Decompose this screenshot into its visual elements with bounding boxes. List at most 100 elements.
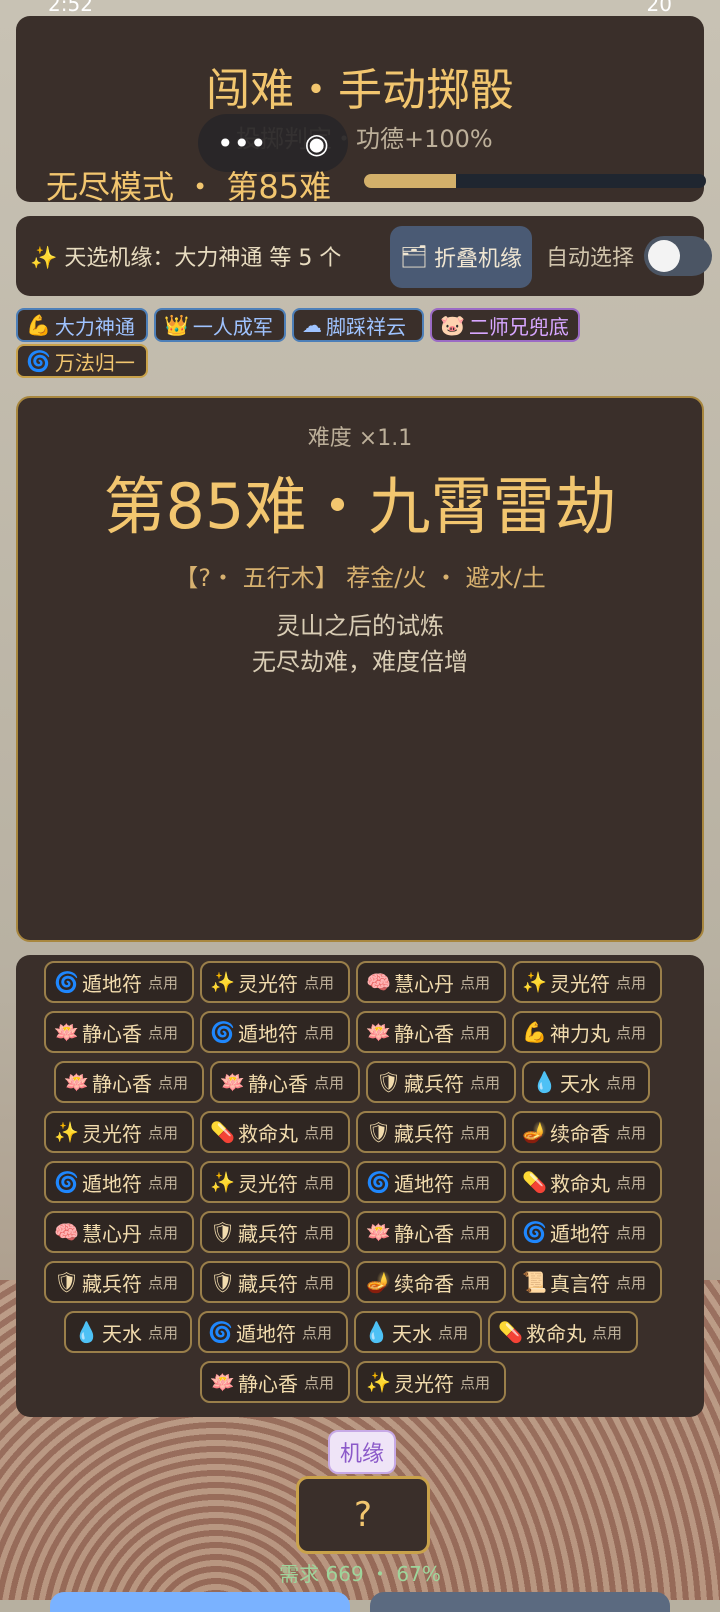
item-use-label[interactable]: 点用 [616,972,646,993]
item-name: 救命丸 [550,1171,610,1196]
fate-chip[interactable]: 🌀 万法归一 [16,344,148,378]
item-card[interactable]: 💪 神力丸 点用 [512,1011,662,1053]
item-use-label[interactable]: 点用 [304,1372,334,1393]
bottom-button-left[interactable] [50,1592,350,1612]
item-card[interactable]: 🛡 藏兵符 点用 [366,1061,516,1103]
item-use-label[interactable]: 点用 [460,972,490,993]
item-name: 灵光符 [238,971,298,996]
item-icon: 💪 [522,1020,547,1044]
item-icon: 🪷 [64,1070,89,1094]
item-card[interactable]: 🌀 遁地符 点用 [200,1011,350,1053]
item-use-label[interactable]: 点用 [616,1272,646,1293]
item-card[interactable]: 🛡 藏兵符 点用 [200,1211,350,1253]
stage-title: 第85难・九霄雷劫 [103,470,617,543]
item-card[interactable]: 💧 天水 点用 [354,1311,482,1353]
item-card[interactable]: ✨ 灵光符 点用 [44,1111,194,1153]
stage-elements: 【?・ 五行木】 荐金/火 ・ 避水/土 [174,564,546,592]
item-use-label[interactable]: 点用 [304,972,334,993]
item-card[interactable]: 💧 天水 点用 [64,1311,192,1353]
bottom-button-right[interactable] [370,1592,670,1612]
item-use-label[interactable]: 点用 [616,1222,646,1243]
item-card[interactable]: 🌀 遁地符 点用 [44,961,194,1003]
item-use-label[interactable]: 点用 [460,1022,490,1043]
item-name: 遁地符 [238,1021,298,1046]
item-use-label[interactable]: 点用 [304,1272,334,1293]
more-icon[interactable]: ••• [217,127,267,160]
item-card[interactable]: 💊 救命丸 点用 [488,1311,638,1353]
item-use-label[interactable]: 点用 [314,1072,344,1093]
auto-select-toggle[interactable] [644,236,712,276]
item-card[interactable]: 🪔 续命香 点用 [512,1111,662,1153]
item-card[interactable]: 🛡 藏兵符 点用 [44,1261,194,1303]
fate-chip[interactable]: 🐷 二师兄兜底 [430,308,580,342]
item-card[interactable]: 🛡 藏兵符 点用 [356,1111,506,1153]
item-use-label[interactable]: 点用 [304,1122,334,1143]
item-card[interactable]: 🪷 静心香 点用 [44,1011,194,1053]
item-card[interactable]: 💊 救命丸 点用 [200,1111,350,1153]
fate-chip[interactable]: 💪 大力神通 [16,308,148,342]
item-use-label[interactable]: 点用 [148,972,178,993]
fate-summary: ✨ 天选机缘：大力神通 等 5 个 [30,246,342,271]
item-use-label[interactable]: 点用 [460,1172,490,1193]
item-card[interactable]: 🧠 慧心丹 点用 [44,1211,194,1253]
item-icon: 🪷 [210,1370,235,1394]
item-name: 藏兵符 [82,1271,142,1296]
item-icon: 🌀 [208,1320,233,1344]
item-card[interactable]: 🪷 静心香 点用 [356,1211,506,1253]
item-card[interactable]: 🌀 遁地符 点用 [512,1211,662,1253]
item-use-label[interactable]: 点用 [460,1222,490,1243]
item-card[interactable]: 🌀 遁地符 点用 [44,1161,194,1203]
item-use-label[interactable]: 点用 [460,1372,490,1393]
item-card[interactable]: 🪷 静心香 点用 [356,1011,506,1053]
item-use-label[interactable]: 点用 [302,1322,332,1343]
item-card[interactable]: ✨ 灵光符 点用 [356,1361,506,1403]
item-use-label[interactable]: 点用 [148,1272,178,1293]
fate-chip[interactable]: ☁ 脚踩祥云 [292,308,424,342]
item-use-label[interactable]: 点用 [148,1222,178,1243]
stage-progress-bar [364,174,706,188]
item-use-label[interactable]: 点用 [158,1072,188,1093]
item-name: 神力丸 [550,1021,610,1046]
item-card[interactable]: 🛡 藏兵符 点用 [200,1261,350,1303]
difficulty-label: 难度 ×1.1 [307,426,413,451]
item-use-label[interactable]: 点用 [460,1272,490,1293]
item-use-label[interactable]: 点用 [460,1122,490,1143]
item-use-label[interactable]: 点用 [616,1022,646,1043]
fold-fate-button[interactable]: 🗂 折叠机缘 [390,226,532,288]
item-use-label[interactable]: 点用 [470,1072,500,1093]
item-use-label[interactable]: 点用 [606,1072,636,1093]
item-use-label[interactable]: 点用 [592,1322,622,1343]
item-card[interactable]: 🧠 慧心丹 点用 [356,961,506,1003]
chip-icon: ☁ [302,313,322,337]
item-card[interactable]: 🪷 静心香 点用 [210,1061,360,1103]
item-card[interactable]: 🌀 遁地符 点用 [356,1161,506,1203]
item-card[interactable]: 🪔 续命香 点用 [356,1261,506,1303]
item-icon: 🌀 [54,1170,79,1194]
item-name: 灵光符 [82,1121,142,1146]
item-card[interactable]: 💧 天水 点用 [522,1061,650,1103]
close-circle-icon[interactable]: ◉ [305,127,329,160]
item-use-label[interactable]: 点用 [148,1322,178,1343]
item-use-label[interactable]: 点用 [304,1172,334,1193]
item-use-label[interactable]: 点用 [148,1022,178,1043]
item-name: 藏兵符 [238,1221,298,1246]
fate-chip[interactable]: 👑 一人成军 [154,308,286,342]
item-card[interactable]: ✨ 灵光符 点用 [200,1161,350,1203]
item-use-label[interactable]: 点用 [148,1122,178,1143]
item-card[interactable]: 🪷 静心香 点用 [200,1361,350,1403]
item-use-label[interactable]: 点用 [304,1222,334,1243]
item-card[interactable]: ✨ 灵光符 点用 [512,961,662,1003]
item-use-label[interactable]: 点用 [616,1172,646,1193]
item-card[interactable]: 📜 真言符 点用 [512,1261,662,1303]
item-use-label[interactable]: 点用 [304,1022,334,1043]
item-use-label[interactable]: 点用 [616,1122,646,1143]
item-card[interactable]: 🪷 静心香 点用 [54,1061,204,1103]
jiyuan-badge[interactable]: 机缘 [328,1430,396,1474]
item-use-label[interactable]: 点用 [438,1322,468,1343]
item-card[interactable]: 💊 救命丸 点用 [512,1161,662,1203]
item-card[interactable]: ✨ 灵光符 点用 [200,961,350,1003]
chip-icon: 💪 [26,313,51,337]
item-use-label[interactable]: 点用 [148,1172,178,1193]
dice-button[interactable]: ? [296,1476,430,1554]
item-card[interactable]: 🌀 遁地符 点用 [198,1311,348,1353]
